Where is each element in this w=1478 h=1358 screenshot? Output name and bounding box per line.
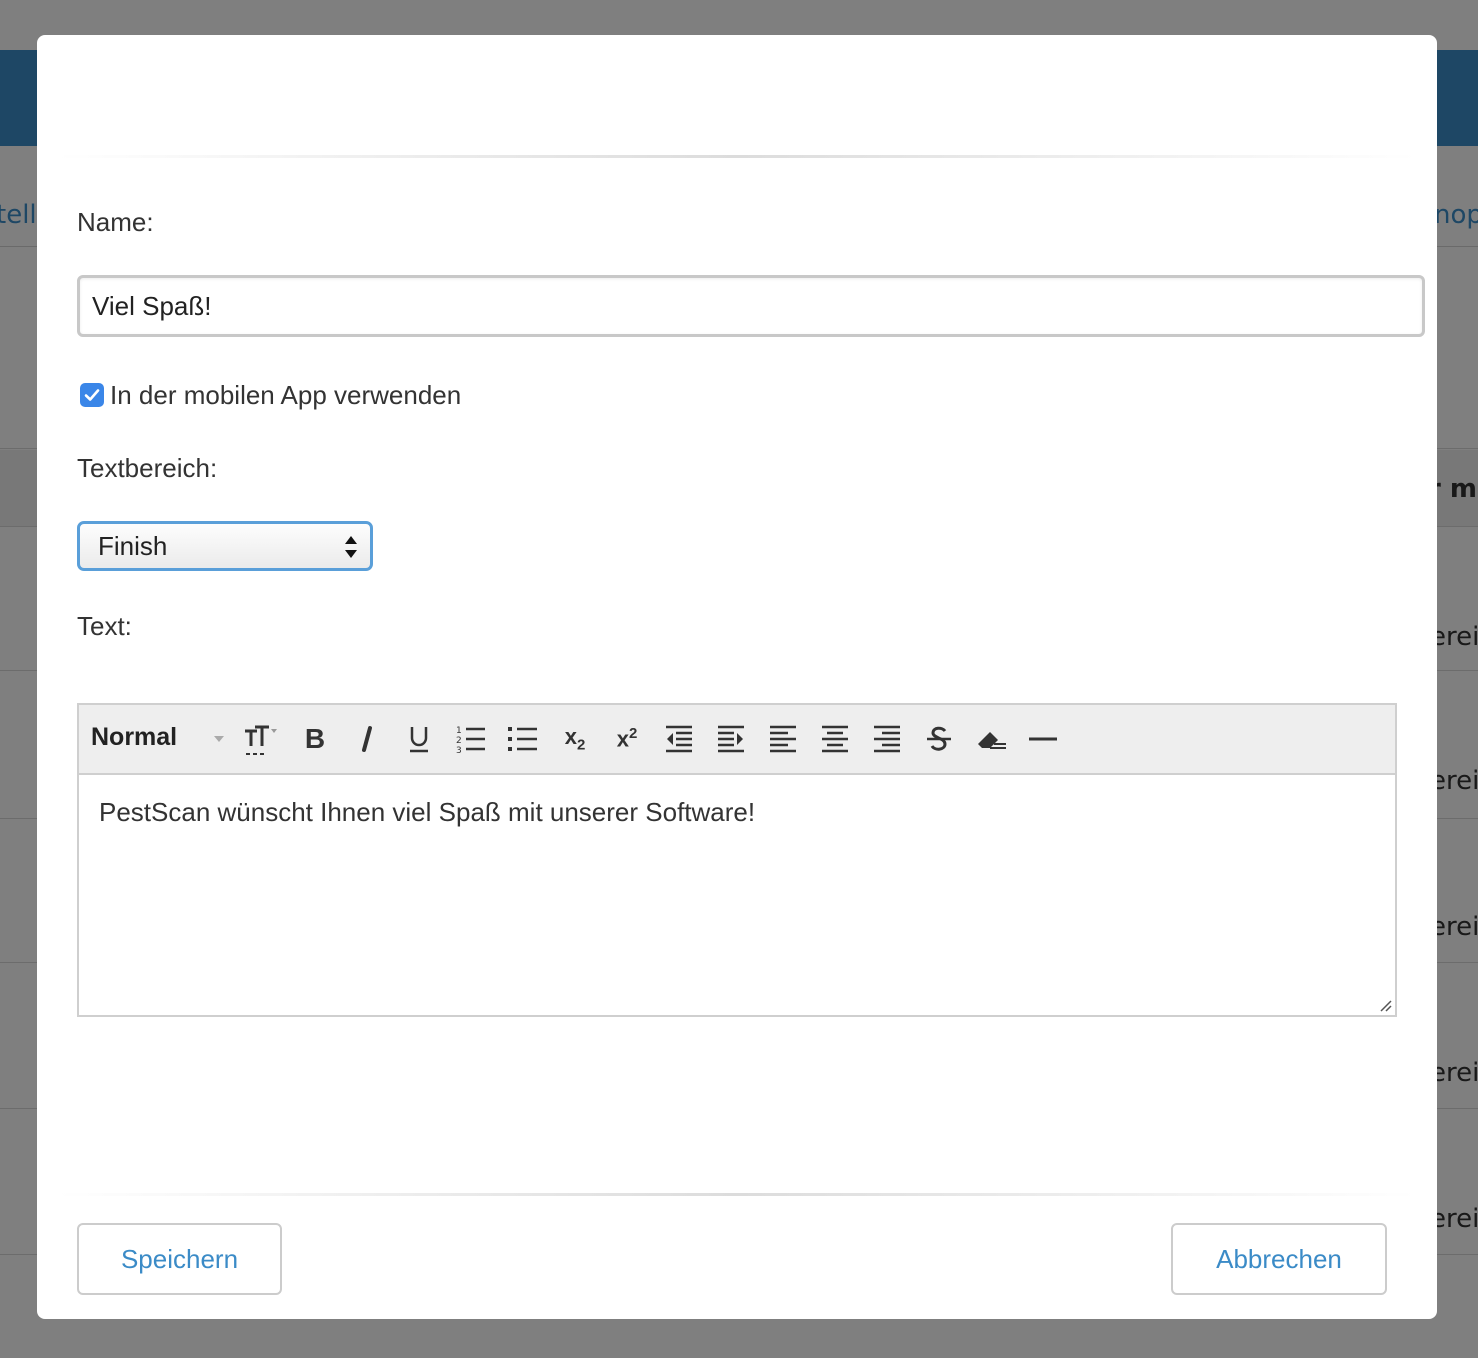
checkmark-icon: [84, 389, 100, 401]
eraser-glyph: [978, 732, 1006, 749]
mobile-app-checkbox[interactable]: [80, 383, 104, 407]
align-right-icon[interactable]: [867, 721, 907, 757]
resize-handle-icon[interactable]: [1377, 997, 1393, 1013]
svg-text:3: 3: [456, 746, 462, 754]
name-label: Name:: [77, 207, 154, 237]
outdent-icon[interactable]: [659, 721, 699, 757]
save-button[interactable]: Speichern: [77, 1223, 282, 1295]
modal-footer-divider: [57, 1193, 1417, 1196]
outdent-glyph: [666, 725, 692, 753]
name-input[interactable]: [77, 275, 1425, 337]
align-center-glyph: [822, 725, 848, 753]
strikethrough-glyph: [927, 726, 951, 751]
heading-style-dropdown[interactable]: Normal: [91, 723, 177, 752]
text-label: Text:: [77, 611, 132, 641]
bold-glyph: B: [304, 723, 326, 754]
horizontal-rule-icon[interactable]: [1023, 721, 1063, 757]
align-center-icon[interactable]: [815, 721, 855, 757]
underline-glyph: [410, 727, 428, 753]
unordered-list-glyph: [508, 727, 537, 751]
modal-header-divider: [57, 155, 1417, 158]
italic-glyph: [362, 726, 372, 752]
horizontal-rule-glyph: [1029, 737, 1057, 741]
rich-text-editor: Normal B 1 2 3 x2 x2 PestScan wünscht Ih…: [77, 703, 1397, 1017]
superscript-icon[interactable]: x2: [607, 721, 647, 757]
font-size-glyph: [245, 725, 277, 755]
strikethrough-icon[interactable]: [919, 721, 959, 757]
svg-text:2: 2: [456, 736, 462, 746]
align-right-glyph: [874, 725, 900, 753]
textarea-label: Textbereich:: [77, 453, 218, 483]
textarea-select-value: Finish: [98, 530, 168, 561]
font-size-icon[interactable]: [241, 721, 281, 757]
mobile-app-checkbox-row[interactable]: In der mobilen App verwenden: [80, 379, 461, 411]
ordered-list-icon[interactable]: 1 2 3: [451, 721, 491, 757]
unordered-list-icon[interactable]: [503, 721, 543, 757]
mobile-app-checkbox-label: In der mobilen App verwenden: [110, 379, 462, 410]
align-left-glyph: [770, 725, 796, 753]
svg-text:1: 1: [456, 726, 462, 736]
bold-icon[interactable]: B: [295, 721, 335, 757]
eraser-icon[interactable]: [971, 721, 1011, 757]
editor-toolbar: Normal B 1 2 3 x2 x2: [79, 705, 1395, 775]
heading-dropdown-caret-icon[interactable]: [213, 735, 225, 743]
edit-text-modal: Name: In der mobilen App verwenden Textb…: [37, 35, 1437, 1319]
indent-icon[interactable]: [711, 721, 751, 757]
underline-icon[interactable]: [399, 721, 439, 757]
italic-icon[interactable]: [347, 721, 387, 757]
subscript-glyph: x2: [564, 724, 586, 754]
align-left-icon[interactable]: [763, 721, 803, 757]
indent-glyph: [718, 725, 744, 753]
superscript-glyph: x2: [616, 725, 638, 752]
cancel-button[interactable]: Abbrechen: [1171, 1223, 1387, 1295]
ordered-list-glyph: 1 2 3: [456, 726, 485, 754]
textarea-select[interactable]: Finish: [77, 521, 373, 571]
editor-content[interactable]: PestScan wünscht Ihnen viel Spaß mit uns…: [99, 797, 755, 828]
subscript-icon[interactable]: x2: [555, 721, 595, 757]
select-arrows-icon: [345, 536, 357, 558]
